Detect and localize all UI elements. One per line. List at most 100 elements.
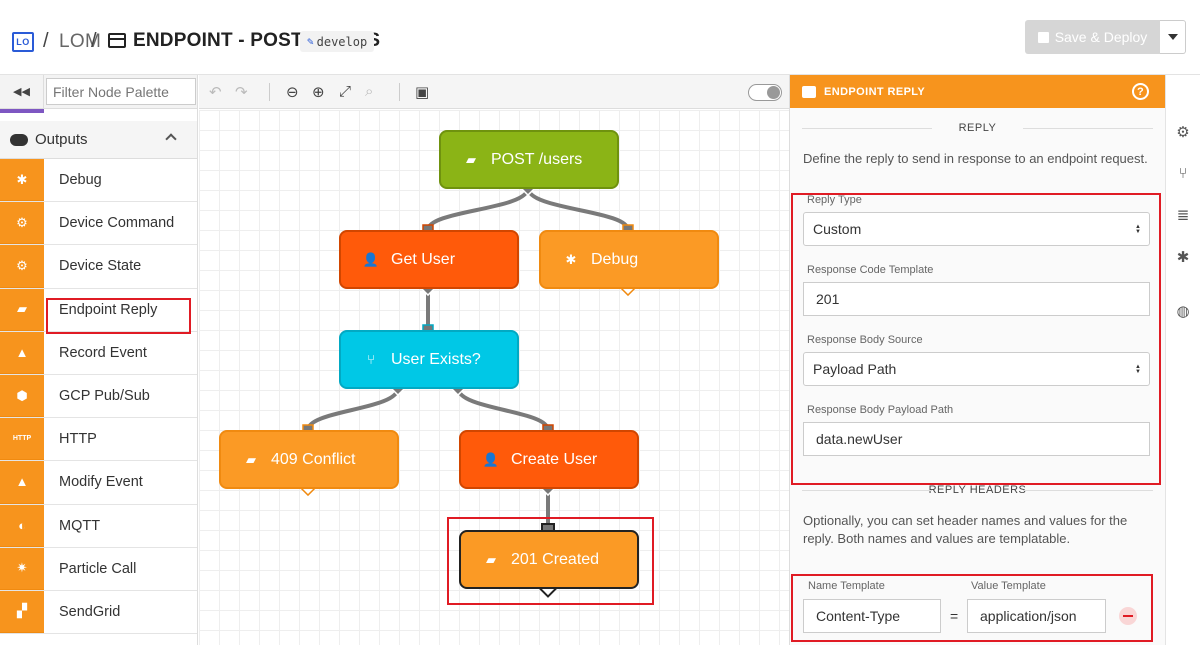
node-create-user[interactable]: 👤 Create User — [459, 430, 639, 489]
node-palette: ◀◀ Outputs ✱ Debug ⚙ Device Command ⚙ De… — [0, 75, 198, 645]
palette-item-label: MQTT — [59, 517, 101, 534]
node-409-conflict[interactable]: ▰ 409 Conflict — [219, 430, 399, 489]
gear-icon[interactable]: ⚙ — [1174, 123, 1192, 141]
redo-icon[interactable]: ↷ — [235, 83, 248, 101]
palette-section-outputs[interactable]: Outputs — [0, 121, 197, 159]
chip-icon: ⚙ — [0, 202, 44, 245]
undo-icon[interactable]: ↶ — [209, 83, 222, 101]
connection-line — [526, 187, 630, 231]
node-debug[interactable]: ✱ Debug — [539, 230, 719, 289]
section-title-reply: REPLY — [790, 122, 1165, 134]
palette-item-device-command[interactable]: ⚙ Device Command — [0, 202, 197, 246]
highlight-reply-fields — [791, 193, 1161, 485]
highlight-selected-node — [447, 517, 654, 605]
bug-icon: ✱ — [0, 159, 44, 202]
endpoint-reply-icon: ▰ — [0, 288, 44, 331]
git-branch-icon[interactable]: ⑂ — [1174, 164, 1192, 182]
right-rail: ⚙ ⑂ ≣ ✱ ◍ — [1165, 75, 1200, 645]
panel-title: ENDPOINT REPLY — [824, 85, 926, 98]
palette-item-label: Device Command — [59, 215, 175, 232]
node-get-user[interactable]: 👤 Get User — [339, 230, 519, 289]
toolbar-divider — [269, 83, 270, 101]
save-options-dropdown[interactable] — [1160, 20, 1186, 54]
breadcrumb-separator: / — [91, 30, 97, 52]
palette-toolbar: ◀◀ — [0, 75, 197, 109]
database-icon[interactable]: ≣ — [1174, 206, 1192, 224]
palette-item-http[interactable]: HTTP HTTP — [0, 418, 197, 462]
bug-icon[interactable]: ✱ — [1174, 248, 1192, 266]
endpoint-reply-icon — [802, 85, 816, 98]
palette-item-particle-call[interactable]: ✷ Particle Call — [0, 547, 197, 591]
palette-item-label: GCP Pub/Sub — [59, 388, 150, 405]
palette-item-label: HTTP — [59, 431, 97, 448]
palette-item-record-event[interactable]: ▲ Record Event — [0, 331, 197, 375]
top-bar: LO / LOM / ENDPOINT - POST /USERS ✎ deve… — [0, 0, 1200, 75]
double-chevron-left-icon: ◀◀ — [13, 86, 30, 98]
save-icon — [1037, 31, 1049, 43]
workflow-icon — [108, 33, 126, 48]
endpoint-reply-icon: ▰ — [246, 451, 256, 467]
palette-item-sendgrid[interactable]: ▞ SendGrid — [0, 590, 197, 635]
breadcrumb-separator: / — [43, 30, 49, 52]
pencil-icon: ✎ — [307, 35, 314, 48]
record-event-icon: ▲ — [0, 331, 44, 374]
node-label: Create User — [511, 450, 598, 468]
filter-node-palette-input[interactable] — [46, 78, 196, 105]
chevron-up-icon — [165, 133, 177, 145]
palette-item-mqtt[interactable]: ◐ MQTT — [0, 504, 197, 548]
particle-icon: ✷ — [0, 547, 44, 590]
bug-icon: ✱ — [565, 251, 577, 267]
node-label: User Exists? — [391, 350, 481, 368]
help-icon[interactable]: ? — [1132, 83, 1149, 100]
branch-badge[interactable]: ✎ develop — [300, 31, 375, 52]
user-add-icon: 👤 — [482, 451, 500, 467]
gcp-icon: ⬢ — [0, 374, 44, 418]
zoom-in-icon[interactable]: ⊕ — [312, 83, 325, 101]
node-label: Debug — [591, 250, 639, 268]
palette-item-label: Particle Call — [59, 560, 137, 577]
app-logo[interactable]: LO — [12, 32, 34, 52]
toolbar-divider — [399, 83, 400, 101]
palette-item-device-state[interactable]: ⚙ Device State — [0, 245, 197, 289]
node-label: 409 Conflict — [271, 450, 356, 468]
palette-item-debug[interactable]: ✱ Debug — [0, 159, 197, 203]
node-label: POST /users — [491, 150, 583, 168]
fit-to-screen-icon[interactable]: ⤢ — [339, 83, 351, 100]
zoom-reset-icon[interactable]: ⌕ — [365, 83, 373, 100]
branch-name: develop — [316, 34, 368, 49]
save-deploy-label: Save & Deploy — [1054, 29, 1148, 45]
modify-event-icon: ▲ — [0, 461, 44, 504]
endpoint-icon: ▰ — [466, 151, 476, 167]
connection-line — [426, 187, 530, 231]
highlight-reply-headers — [791, 574, 1153, 642]
canvas-toggle-switch[interactable] — [748, 84, 782, 101]
palette-item-label: Device State — [59, 258, 142, 275]
sendgrid-icon: ▞ — [0, 590, 44, 634]
reply-description: Define the reply to send in response to … — [803, 151, 1148, 166]
node-user-exists[interactable]: ⑂ User Exists? — [339, 330, 519, 389]
palette-scroll-indicator — [0, 109, 197, 121]
node-post-users[interactable]: ▰ POST /users — [439, 130, 619, 189]
highlight-endpoint-reply — [46, 298, 191, 334]
mqtt-icon: ◐ — [0, 504, 44, 547]
save-deploy-button[interactable]: Save & Deploy — [1025, 20, 1160, 54]
section-title-reply-headers: REPLY HEADERS — [790, 484, 1165, 496]
palette-item-label: Debug — [59, 172, 102, 189]
user-search-icon: 👤 — [362, 251, 380, 267]
node-label: Get User — [391, 250, 456, 268]
canvas-toolbar: ↶ ↷ ⊖ ⊕ ⤢ ⌕ ▣ — [199, 75, 789, 109]
palette-item-label: Modify Event — [59, 474, 143, 491]
collapse-palette-button[interactable]: ◀◀ — [0, 75, 44, 109]
add-comment-icon[interactable]: ▣ — [415, 83, 429, 101]
section-label: Outputs — [35, 131, 88, 148]
panel-header: ENDPOINT REPLY ? — [790, 75, 1165, 108]
palette-item-label: SendGrid — [59, 603, 121, 620]
palette-item-gcp-pubsub[interactable]: ⬢ GCP Pub/Sub — [0, 374, 197, 419]
cloud-upload-icon — [10, 133, 28, 146]
chip-gear-icon: ⚙ — [0, 245, 44, 288]
zoom-out-icon[interactable]: ⊖ — [286, 83, 299, 101]
connection-line — [306, 387, 400, 431]
connection-line — [456, 387, 550, 431]
palette-item-modify-event[interactable]: ▲ Modify Event — [0, 461, 197, 505]
globe-icon[interactable]: ◍ — [1174, 302, 1192, 320]
